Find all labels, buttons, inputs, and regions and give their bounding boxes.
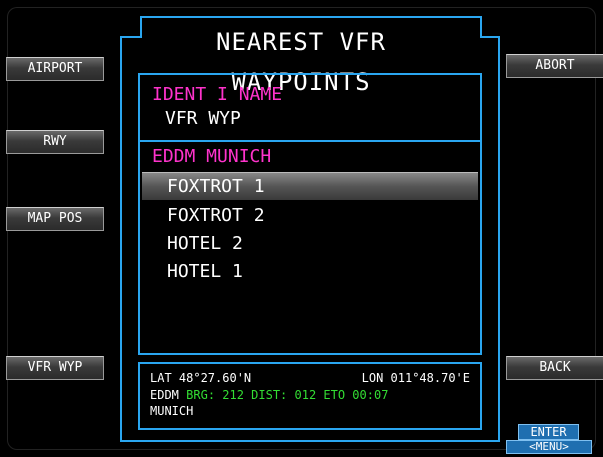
back-softkey[interactable]: BACK [506,356,603,380]
airport-softkey[interactable]: AIRPORT [6,57,104,81]
waypoint-name-readout: MUNICH [150,404,194,418]
brg-dist-eto-readout: BRG: 212 DIST: 012 ETO 00:07 [186,388,389,402]
waypoint-row[interactable]: HOTEL 2 [142,230,478,258]
latitude-readout: LAT 48°27.60'N [150,371,252,385]
waypoint-info-box: LAT 48°27.60'N LON 011°48.70'E EDDM BRG:… [138,362,482,430]
ident-readout: EDDM [150,388,179,402]
waypoint-row[interactable]: HOTEL 1 [142,258,478,286]
page-title: NEAREST VFR WAYPOINTS [216,28,386,96]
waypoint-row[interactable]: FOXTROT 2 [142,202,478,230]
rwy-softkey[interactable]: RWY [6,130,104,154]
longitude-readout: LON 011°48.70'E [361,371,470,385]
vfr-wyp-softkey[interactable]: VFR WYP [6,356,104,380]
list-type-label: VFR WYP [165,108,241,129]
abort-softkey[interactable]: ABORT [506,54,603,78]
waypoint-row-selected[interactable]: FOXTROT 1 [142,172,478,200]
list-divider [140,140,480,142]
airport-heading: EDDM MUNICH [152,146,272,167]
bearing-distance-line: EDDM BRG: 212 DIST: 012 ETO 00:07 [150,388,388,402]
menu-button[interactable]: <MENU> [506,440,592,454]
map-pos-softkey[interactable]: MAP POS [6,207,104,231]
ident-name-header: IDENT I NAME [152,84,283,105]
enter-button[interactable]: ENTER [518,424,579,440]
